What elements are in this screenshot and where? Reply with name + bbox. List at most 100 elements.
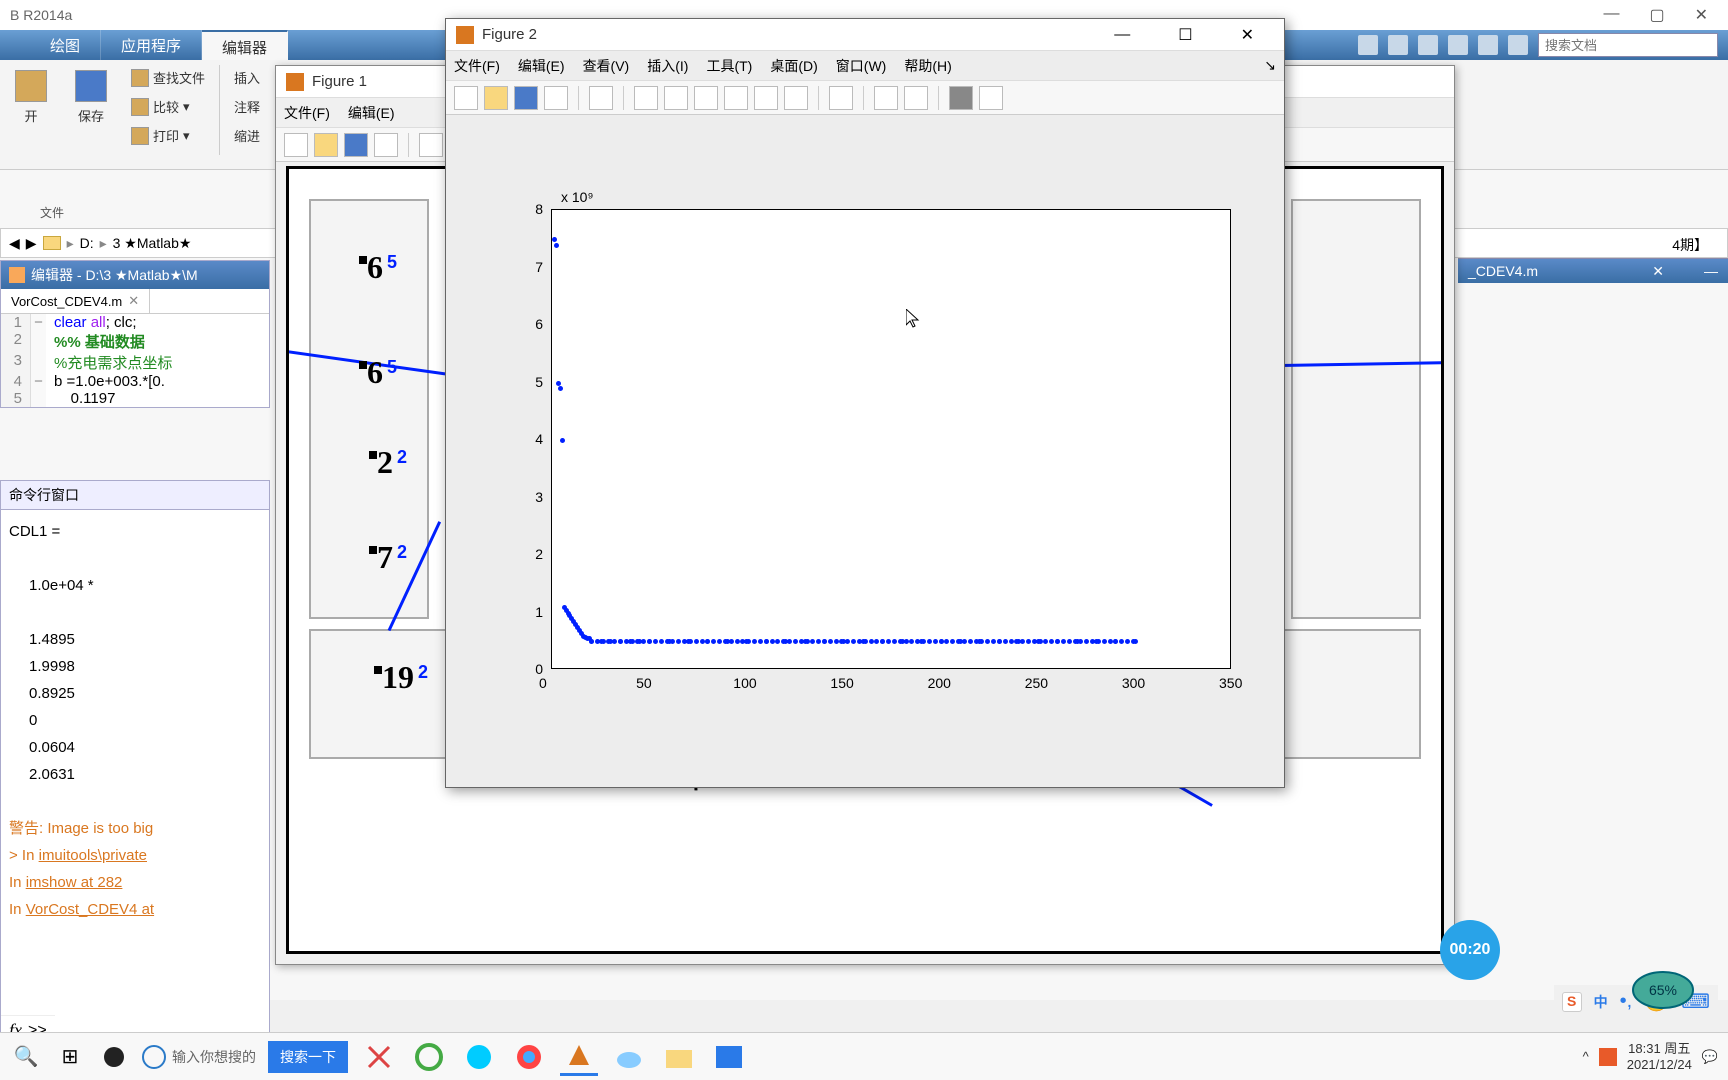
path-folder[interactable]: 3 ★Matlab★ xyxy=(113,235,192,252)
tab-close-icon[interactable]: ✕ xyxy=(128,293,139,309)
y-axis-exponent: x 10⁹ xyxy=(561,189,593,205)
legend-icon[interactable] xyxy=(904,86,928,110)
menu-file[interactable]: 文件(F) xyxy=(284,103,330,123)
colorbar-icon[interactable] xyxy=(874,86,898,110)
find-files-button[interactable]: 查找文件 xyxy=(125,65,211,90)
sogou-icon[interactable]: S xyxy=(1562,992,1582,1012)
code-area[interactable]: 1−clear all; clc;2%% 基础数据3%充电需求点坐标4−b =1… xyxy=(1,314,269,407)
maximize-icon[interactable]: ▢ xyxy=(1649,5,1664,25)
edge-icon[interactable] xyxy=(460,1038,498,1076)
tab-apps[interactable]: 应用程序 xyxy=(101,30,202,60)
save-icon[interactable] xyxy=(344,133,368,157)
photos-icon[interactable] xyxy=(710,1038,748,1076)
menu-view[interactable]: 查看(V) xyxy=(583,56,630,76)
menu-more-icon[interactable]: ↘ xyxy=(1264,57,1276,74)
path-fwd-icon[interactable]: ▶ xyxy=(26,235,37,252)
brush-icon[interactable] xyxy=(784,86,808,110)
tray-up-icon[interactable]: ^ xyxy=(1583,1049,1589,1064)
editor-file-tab[interactable]: VorCost_CDEV4.m ✕ xyxy=(1,289,150,313)
new-icon[interactable] xyxy=(454,86,478,110)
chart-data-point xyxy=(558,386,563,391)
tray-app-icon[interactable] xyxy=(1599,1048,1617,1066)
zoom-in-icon[interactable] xyxy=(634,86,658,110)
print-icon[interactable] xyxy=(374,133,398,157)
menu-edit[interactable]: 编辑(E) xyxy=(348,103,395,123)
rotate-icon[interactable] xyxy=(724,86,748,110)
menu-help[interactable]: 帮助(H) xyxy=(904,56,951,76)
comment-button[interactable]: 注释 xyxy=(228,94,266,119)
hide-icon[interactable] xyxy=(949,86,973,110)
redo-icon[interactable] xyxy=(1478,35,1498,55)
tab-plot[interactable]: 绘图 xyxy=(30,30,101,60)
search-button[interactable]: 搜索一下 xyxy=(268,1041,348,1073)
open-button[interactable]: 开 xyxy=(5,65,57,130)
show-icon[interactable] xyxy=(979,86,1003,110)
menu-edit[interactable]: 编辑(E) xyxy=(518,56,565,76)
lang-indicator[interactable]: 中 xyxy=(1594,992,1608,1012)
app-icon[interactable] xyxy=(98,1041,130,1073)
matlab-icon[interactable] xyxy=(560,1038,598,1076)
menu-window[interactable]: 窗口(W) xyxy=(836,56,887,76)
path-drive[interactable]: D: xyxy=(80,235,94,251)
cmd-title[interactable]: 命令行窗口 xyxy=(1,481,269,510)
open-icon[interactable] xyxy=(314,133,338,157)
datacursor-icon[interactable] xyxy=(754,86,778,110)
minimize-icon[interactable]: — xyxy=(1094,26,1150,44)
link-icon[interactable] xyxy=(829,86,853,110)
menu-file[interactable]: 文件(F) xyxy=(454,56,500,76)
cut-icon[interactable] xyxy=(1358,35,1378,55)
search-docs-input[interactable] xyxy=(1538,33,1718,57)
taskbar-clock[interactable]: 18:31 周五 2021/12/24 xyxy=(1627,1041,1692,1072)
taskbar-search[interactable]: 输入你想搜的 xyxy=(142,1045,256,1069)
right-file-tab[interactable]: _CDEV4.m — ✕ xyxy=(1458,258,1728,283)
insert-button[interactable]: 插入 xyxy=(228,65,266,90)
copy-icon[interactable] xyxy=(1388,35,1408,55)
minimize-icon[interactable]: — xyxy=(1704,263,1718,279)
start-icon[interactable]: 🔍 xyxy=(10,1041,42,1073)
undo-icon[interactable] xyxy=(1448,35,1468,55)
new-icon[interactable] xyxy=(284,133,308,157)
pointer-icon[interactable] xyxy=(419,133,443,157)
figure2-window[interactable]: Figure 2 — ☐ ✕ 文件(F) 编辑(E) 查看(V) 插入(I) 工… xyxy=(445,18,1285,788)
open-icon[interactable] xyxy=(484,86,508,110)
x-tick-label: 200 xyxy=(928,675,951,691)
print-icon[interactable] xyxy=(544,86,568,110)
cloud-icon[interactable] xyxy=(610,1038,648,1076)
pointer-icon[interactable] xyxy=(589,86,613,110)
notification-icon[interactable]: 💬 xyxy=(1702,1049,1718,1065)
chrome-icon[interactable] xyxy=(510,1038,548,1076)
chart-data-point xyxy=(560,438,565,443)
minimize-icon[interactable]: — xyxy=(1603,5,1619,25)
trace-link[interactable]: VorCost_CDEV4 at xyxy=(26,901,154,918)
indent-button[interactable]: 缩进 xyxy=(228,123,266,148)
trace-link[interactable]: imshow at 282 xyxy=(26,874,123,891)
path-back-icon[interactable]: ◀ xyxy=(9,235,20,252)
figure2-titlebar[interactable]: Figure 2 — ☐ ✕ xyxy=(446,19,1284,51)
tab-editor[interactable]: 编辑器 xyxy=(202,30,288,60)
print-button[interactable]: 打印 ▾ xyxy=(125,123,211,148)
trace-link[interactable]: imuitools\private xyxy=(39,847,147,864)
system-tray[interactable]: ^ 18:31 周五 2021/12/24 💬 xyxy=(1583,1041,1718,1072)
zoom-out-icon[interactable] xyxy=(664,86,688,110)
browser-360-icon[interactable] xyxy=(410,1038,448,1076)
editor-titlebar[interactable]: 编辑器 - D:\3 ★Matlab★\M xyxy=(1,261,269,289)
task-view-icon[interactable]: ⊞ xyxy=(54,1041,86,1073)
explorer-icon[interactable] xyxy=(660,1038,698,1076)
close-icon[interactable]: ✕ xyxy=(1652,263,1664,280)
compare-button[interactable]: 比较 ▾ xyxy=(125,94,211,119)
cmd-output[interactable]: CDL1 = 1.0e+04 * 1.48951.99980.892500.06… xyxy=(1,510,269,931)
paste-icon[interactable] xyxy=(1418,35,1438,55)
x-tick-label: 300 xyxy=(1122,675,1145,691)
help-icon[interactable] xyxy=(1508,35,1528,55)
pan-icon[interactable] xyxy=(694,86,718,110)
menu-insert[interactable]: 插入(I) xyxy=(647,56,688,76)
save-button[interactable]: 保存 xyxy=(65,65,117,130)
figure2-axes[interactable]: x 10⁹ 012345678 050100150200250300350 xyxy=(501,179,1241,709)
close-icon[interactable]: ✕ xyxy=(1695,5,1708,25)
close-icon[interactable]: ✕ xyxy=(1221,25,1274,45)
menu-desktop[interactable]: 桌面(D) xyxy=(770,56,817,76)
save-icon[interactable] xyxy=(514,86,538,110)
maximize-icon[interactable]: ☐ xyxy=(1158,25,1212,45)
snip-icon[interactable] xyxy=(360,1038,398,1076)
menu-tools[interactable]: 工具(T) xyxy=(706,56,752,76)
